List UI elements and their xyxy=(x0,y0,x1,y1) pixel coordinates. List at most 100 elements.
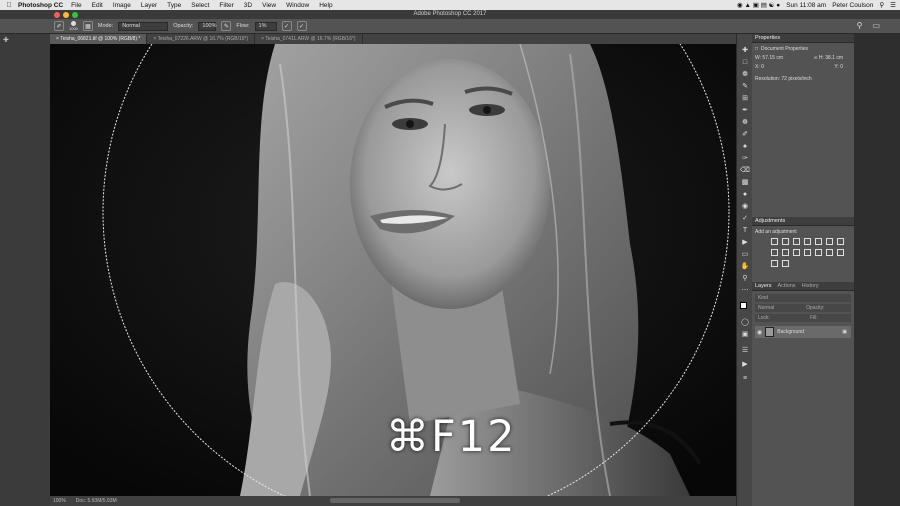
eraser-tool-icon[interactable]: ⌫ xyxy=(740,166,750,176)
flow-input[interactable]: 1% xyxy=(254,21,277,31)
airbrush-icon[interactable]: ✓ xyxy=(281,21,292,31)
adjustments-tab[interactable]: Adjustments xyxy=(755,218,785,224)
menu-window[interactable]: Window xyxy=(286,2,309,9)
marquee-tool-icon[interactable]: □ xyxy=(740,58,750,68)
spotlight-icon[interactable]: ⚲ xyxy=(879,1,884,9)
gradient-map-icon[interactable] xyxy=(771,260,778,267)
hue-saturation-icon[interactable] xyxy=(826,238,833,245)
color-balance-icon[interactable] xyxy=(837,238,844,245)
pen-tool-icon[interactable]: ✓ xyxy=(740,214,750,224)
brush-tool-icon[interactable]: ✐ xyxy=(54,21,64,31)
brush-preset-picker[interactable]: 1000 xyxy=(69,21,78,31)
adjustments-panel-header[interactable]: Adjustments xyxy=(752,217,854,226)
app-menu[interactable]: Photoshop CC xyxy=(18,2,63,9)
horizontal-scrollbar[interactable] xyxy=(330,498,460,503)
crop-tool-icon[interactable]: ⊞ xyxy=(740,94,750,104)
menu-3d[interactable]: 3D xyxy=(244,2,252,9)
exposure-icon[interactable] xyxy=(804,238,811,245)
menu-help[interactable]: Help xyxy=(319,2,332,9)
zoom-level[interactable]: 100% xyxy=(53,498,66,504)
move-tool-icon[interactable]: ✚ xyxy=(740,46,750,56)
dodge-tool-icon[interactable]: ◉ xyxy=(740,202,750,212)
gradient-tool-icon[interactable]: ▩ xyxy=(740,178,750,188)
opacity-input[interactable]: 100% xyxy=(198,21,216,31)
menu-image[interactable]: Image xyxy=(113,2,131,9)
layers-tab[interactable]: Layers xyxy=(755,283,772,289)
history-brush-tool-icon[interactable]: ✑ xyxy=(740,154,750,164)
vibrance-icon[interactable] xyxy=(815,238,822,245)
quick-mask-icon[interactable]: ◯ xyxy=(740,318,750,328)
menu-type[interactable]: Type xyxy=(167,2,181,9)
tab-document-3[interactable]: × Teisha_07411.ARW @ 16.7% (RGB/16*) xyxy=(255,34,363,44)
h-value[interactable]: 38.1 cm xyxy=(825,55,843,61)
eye-icon[interactable]: ◉ xyxy=(757,329,762,336)
brightness-icon[interactable] xyxy=(771,238,778,245)
layer-filter[interactable]: Kind xyxy=(755,294,851,302)
brush-tool-icon[interactable]: ✐ xyxy=(740,130,750,140)
search-icon[interactable]: ⚲ xyxy=(857,21,863,30)
path-select-tool-icon[interactable]: ▶ xyxy=(740,238,750,248)
history-tab[interactable]: History xyxy=(802,283,819,289)
status-icons[interactable]: ◉ ▲ ▣ ▤ ☯ ● xyxy=(737,1,780,9)
shape-tool-icon[interactable]: ▭ xyxy=(740,250,750,260)
screen-mode-icon[interactable]: ▣ xyxy=(740,330,750,340)
panel-icon-b[interactable]: ▶ xyxy=(740,360,750,370)
healing-brush-tool-icon[interactable]: ☸ xyxy=(740,118,750,128)
foreground-background-colors[interactable] xyxy=(740,302,750,312)
layer-blend-mode[interactable]: Normal xyxy=(758,305,774,311)
panel-icon-c[interactable]: ≡ xyxy=(740,374,750,384)
menu-select[interactable]: Select xyxy=(191,2,209,9)
minimize-window-button[interactable] xyxy=(63,12,69,18)
menu-filter[interactable]: Filter xyxy=(219,2,233,9)
color-lookup-icon[interactable] xyxy=(804,249,811,256)
more-tools-icon[interactable]: ⋯ xyxy=(740,286,750,296)
workspace-icon[interactable]: ▭ xyxy=(872,21,880,30)
mode-select[interactable]: Normal xyxy=(118,21,169,31)
move-tool-mini-icon[interactable]: ✚ xyxy=(3,36,13,46)
layer-opacity-label[interactable]: Opacity: xyxy=(806,305,824,311)
properties-panel-header[interactable]: Properties xyxy=(752,34,854,43)
channel-mixer-icon[interactable] xyxy=(793,249,800,256)
x-value[interactable]: 0 xyxy=(761,64,764,70)
menu-file[interactable]: File xyxy=(71,2,81,9)
menu-layer[interactable]: Layer xyxy=(141,2,157,9)
zoom-tool-icon[interactable]: ⚲ xyxy=(740,274,750,284)
menubar-user[interactable]: Peter Coulson xyxy=(832,2,873,9)
selective-color-icon[interactable] xyxy=(782,260,789,267)
panel-icon-a[interactable]: ☰ xyxy=(740,346,750,356)
apple-icon[interactable]:  xyxy=(0,2,18,9)
tab-document-1[interactable]: × Teisha_06821.tif @ 100% (RGB/8) * xyxy=(50,34,148,44)
menubar-clock[interactable]: Sun 11:08 am xyxy=(786,2,826,9)
tab-document-2[interactable]: × Teisha_07226.ARW @ 16.7% (RGB/16*) xyxy=(147,34,256,44)
doc-size[interactable]: Doc: 5.93M/5.93M xyxy=(76,498,117,504)
close-window-button[interactable] xyxy=(54,12,60,18)
threshold-icon[interactable] xyxy=(837,249,844,256)
y-value[interactable]: 0 xyxy=(840,64,843,70)
brush-settings-icon[interactable]: ▦ xyxy=(82,21,93,31)
notification-icon[interactable]: ☰ xyxy=(890,1,896,9)
lasso-tool-icon[interactable]: ❁ xyxy=(740,70,750,80)
black-white-icon[interactable] xyxy=(771,249,778,256)
menu-view[interactable]: View xyxy=(262,2,276,9)
w-value[interactable]: 57.15 cm xyxy=(762,55,783,61)
document-canvas[interactable]: ⌘F12 xyxy=(50,44,736,496)
layer-row-background[interactable]: ◉ Background ▣ xyxy=(755,326,851,338)
pressure-opacity-icon[interactable]: ✎ xyxy=(221,21,232,31)
posterize-icon[interactable] xyxy=(826,249,833,256)
eyedropper-tool-icon[interactable]: ✒ xyxy=(740,106,750,116)
layer-name[interactable]: Background xyxy=(777,329,804,335)
clone-stamp-tool-icon[interactable]: ♠ xyxy=(740,142,750,152)
link-icon[interactable]: ∞ xyxy=(814,55,818,61)
properties-tab[interactable]: Properties xyxy=(755,35,780,41)
invert-icon[interactable] xyxy=(815,249,822,256)
fill-label[interactable]: Fill: xyxy=(810,315,818,321)
photo-filter-icon[interactable] xyxy=(782,249,789,256)
menu-edit[interactable]: Edit xyxy=(92,2,103,9)
zoom-window-button[interactable] xyxy=(72,12,78,18)
quick-select-tool-icon[interactable]: ✎ xyxy=(740,82,750,92)
pressure-size-icon[interactable]: ✓ xyxy=(296,21,307,31)
actions-tab[interactable]: Actions xyxy=(778,283,796,289)
levels-icon[interactable] xyxy=(782,238,789,245)
foreground-color-swatch[interactable] xyxy=(740,302,747,309)
blur-tool-icon[interactable]: ● xyxy=(740,190,750,200)
